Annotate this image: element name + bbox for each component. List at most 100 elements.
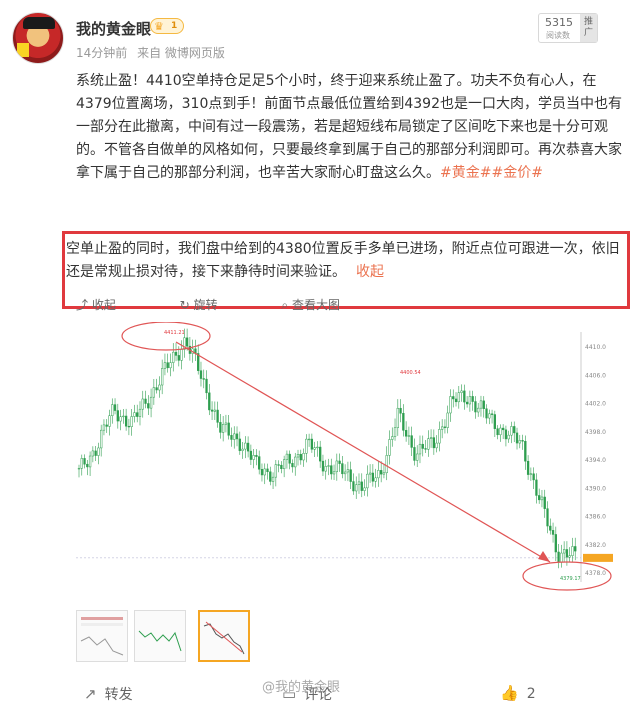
candle-body — [208, 392, 211, 411]
username[interactable]: 我的黄金眼 — [76, 18, 151, 39]
repost-label: 转发 — [104, 687, 133, 701]
candle-body — [88, 455, 92, 468]
avatar[interactable] — [12, 12, 64, 64]
candle-body — [233, 433, 236, 440]
candle-body — [355, 484, 358, 492]
candle-body — [380, 470, 383, 475]
candle-body — [222, 424, 225, 433]
candle-body — [172, 351, 175, 363]
candle-body — [155, 387, 158, 391]
candle-body — [513, 426, 516, 434]
candle-body — [496, 428, 499, 436]
thumbnail-1[interactable] — [76, 610, 128, 662]
candle-body — [549, 525, 552, 531]
repost-icon: ↗ — [84, 685, 97, 701]
candle-body — [338, 460, 341, 464]
image-view-large-button[interactable]: ⌕ 查看大图 — [281, 296, 370, 313]
image-rotate-label: 旋转 — [193, 298, 218, 312]
candle-body — [479, 400, 483, 409]
candle-body — [374, 477, 377, 482]
promote-tag[interactable]: 推广 — [580, 14, 597, 42]
bottom-annotation: 4379.17 — [560, 576, 581, 582]
candle-body — [468, 396, 472, 405]
candle-body — [280, 464, 283, 470]
candle-body — [238, 438, 241, 451]
candle-body — [554, 534, 557, 553]
comment-icon: ▭ — [282, 685, 297, 701]
price-chart[interactable]: 4410.0 4406.0 4402.0 4398.0 4394.0 4390.0 4386… — [76, 322, 616, 598]
candle-body — [302, 453, 305, 461]
topic-link[interactable]: #黄金##金价# — [440, 165, 543, 181]
candle-body — [133, 412, 136, 417]
candle-body — [102, 424, 106, 431]
candle-body — [465, 401, 469, 405]
image-actions: ⤴ 收起 ↻ 旋转 ⌕ 查看大图 — [76, 296, 400, 313]
candle-body — [86, 463, 89, 468]
candle-body — [457, 392, 460, 403]
candle-body — [330, 465, 333, 475]
candle-body — [185, 337, 189, 347]
candle-body — [310, 438, 314, 450]
thumbnail-3-active[interactable] — [198, 610, 250, 662]
thumbnail-2[interactable] — [134, 610, 186, 662]
candle-body — [332, 471, 336, 475]
post-source: 来自 微博网页版 — [137, 46, 225, 60]
price-axis-tick: 4394.0 — [585, 457, 606, 464]
image-rotate-button[interactable]: ↻ 旋转 — [180, 296, 248, 313]
candle-body — [443, 426, 447, 428]
candle-body — [388, 439, 391, 456]
candle-body — [538, 495, 541, 501]
candle-body — [393, 427, 397, 437]
candle-body — [485, 408, 488, 419]
candle-body — [560, 552, 563, 563]
candle-body — [138, 408, 142, 417]
candle-body — [421, 443, 424, 449]
candle-body — [202, 378, 205, 380]
candle-body — [213, 409, 216, 412]
candle-body — [452, 396, 455, 400]
candle-body — [249, 450, 253, 460]
vip-badge[interactable]: ♛ 1 — [150, 18, 184, 34]
candle-body — [416, 453, 419, 461]
candle-body — [252, 455, 255, 460]
candle-body — [449, 396, 452, 414]
price-axis-tick: 4390.0 — [585, 485, 606, 492]
read-count: 5315 — [545, 16, 573, 29]
candle-body — [210, 409, 214, 412]
candle-body — [463, 390, 466, 403]
candle-body — [349, 469, 352, 482]
candle-body — [363, 487, 366, 491]
candle-body — [149, 396, 153, 409]
comment-button[interactable]: ▭ 评论 — [282, 684, 332, 701]
candle-body — [368, 472, 372, 475]
collapse-link[interactable]: 收起 — [356, 264, 384, 280]
candle-body — [507, 434, 510, 440]
candle-body — [307, 438, 311, 441]
trend-arrow — [175, 341, 551, 563]
candle-body — [504, 429, 508, 440]
candle-body — [438, 429, 441, 444]
candle-body — [357, 481, 361, 486]
candle-body — [341, 463, 344, 475]
candle-body — [477, 407, 480, 413]
candle-body — [571, 546, 574, 556]
price-axis-tick: 4398.0 — [585, 429, 606, 436]
candle-body — [177, 355, 180, 361]
post-time[interactable]: 14分钟前 — [76, 46, 127, 60]
read-count-badge[interactable]: 5315 阅读数 推广 — [538, 13, 598, 43]
candle-body — [446, 412, 449, 428]
candle-body — [515, 432, 519, 444]
candle-body — [141, 398, 144, 410]
candle-body — [565, 549, 569, 558]
candle-body — [471, 396, 474, 402]
candle-body — [169, 362, 172, 369]
like-button[interactable]: 👍 2 — [500, 684, 536, 701]
image-collapse-button[interactable]: ⤴ 收起 — [76, 296, 146, 313]
candle-body — [199, 370, 203, 379]
candle-body — [396, 407, 399, 428]
candle-body — [205, 378, 208, 394]
last-price-marker — [583, 553, 613, 562]
candle-body — [269, 471, 272, 482]
candle-body — [371, 472, 375, 482]
repost-button[interactable]: ↗ 转发 — [84, 684, 133, 701]
